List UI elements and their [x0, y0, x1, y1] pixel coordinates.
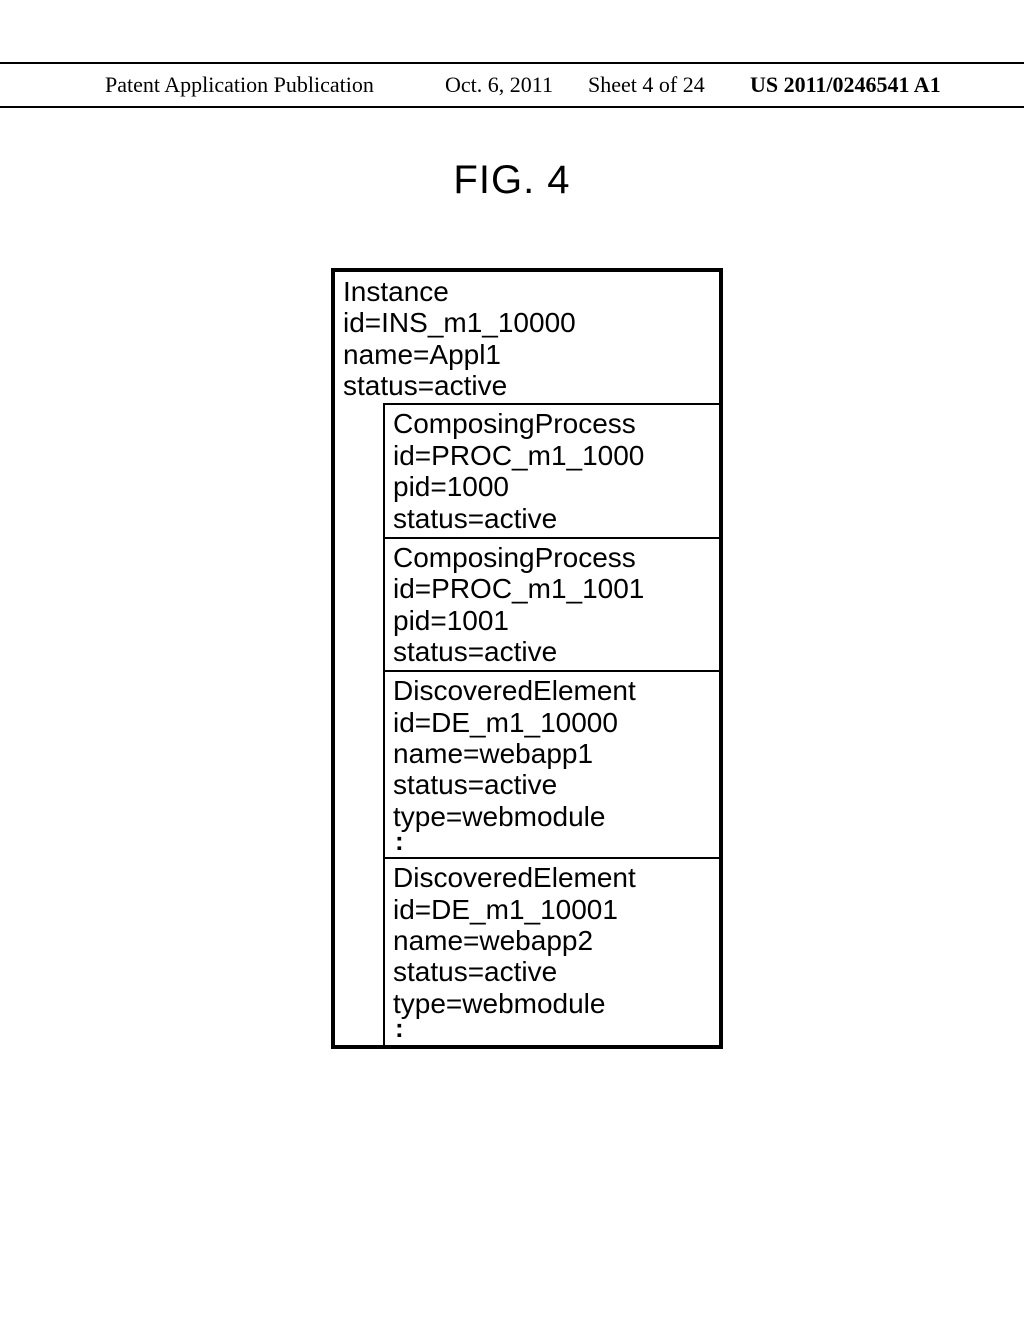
header-date: Oct. 6, 2011: [445, 72, 553, 98]
block-line: type=webmodule: [393, 801, 713, 832]
discovered-element-block: DiscoveredElement id=DE_m1_10000 name=we…: [385, 670, 719, 857]
header-rule-bottom: [0, 106, 1024, 108]
block-line: id=DE_m1_10000: [393, 707, 713, 738]
nested-blocks: ComposingProcess id=PROC_m1_1000 pid=100…: [383, 403, 719, 1044]
instance-status: status=active: [343, 370, 713, 401]
block-line: status=active: [393, 503, 713, 534]
page-header: Patent Application Publication Oct. 6, 2…: [0, 72, 1024, 102]
instance-title: Instance: [343, 276, 713, 307]
block-title: DiscoveredElement: [393, 862, 713, 893]
vertical-ellipsis-icon: :: [393, 1019, 713, 1041]
block-line: status=active: [393, 636, 713, 667]
vertical-ellipsis-icon: :: [393, 832, 713, 854]
discovered-element-block: DiscoveredElement id=DE_m1_10001 name=we…: [385, 857, 719, 1044]
block-line: type=webmodule: [393, 988, 713, 1019]
block-title: ComposingProcess: [393, 408, 713, 439]
block-line: name=webapp2: [393, 925, 713, 956]
header-sheet: Sheet 4 of 24: [588, 72, 705, 98]
header-rule-top: [0, 62, 1024, 64]
instance-diagram: Instance id=INS_m1_10000 name=Appl1 stat…: [331, 268, 723, 1049]
block-line: status=active: [393, 956, 713, 987]
patent-page: Patent Application Publication Oct. 6, 2…: [0, 0, 1024, 1320]
block-title: ComposingProcess: [393, 542, 713, 573]
instance-name: name=Appl1: [343, 339, 713, 370]
instance-header: Instance id=INS_m1_10000 name=Appl1 stat…: [335, 272, 719, 403]
block-line: id=PROC_m1_1000: [393, 440, 713, 471]
header-pub-number: US 2011/0246541 A1: [750, 72, 941, 98]
figure-label: FIG. 4: [0, 158, 1024, 203]
composing-process-block: ComposingProcess id=PROC_m1_1001 pid=100…: [385, 537, 719, 670]
block-line: name=webapp1: [393, 738, 713, 769]
block-line: status=active: [393, 769, 713, 800]
block-line: pid=1000: [393, 471, 713, 502]
block-title: DiscoveredElement: [393, 675, 713, 706]
header-publication-label: Patent Application Publication: [105, 72, 374, 98]
instance-id: id=INS_m1_10000: [343, 307, 713, 338]
block-line: pid=1001: [393, 605, 713, 636]
composing-process-block: ComposingProcess id=PROC_m1_1000 pid=100…: [385, 403, 719, 536]
block-line: id=DE_m1_10001: [393, 894, 713, 925]
block-line: id=PROC_m1_1001: [393, 573, 713, 604]
